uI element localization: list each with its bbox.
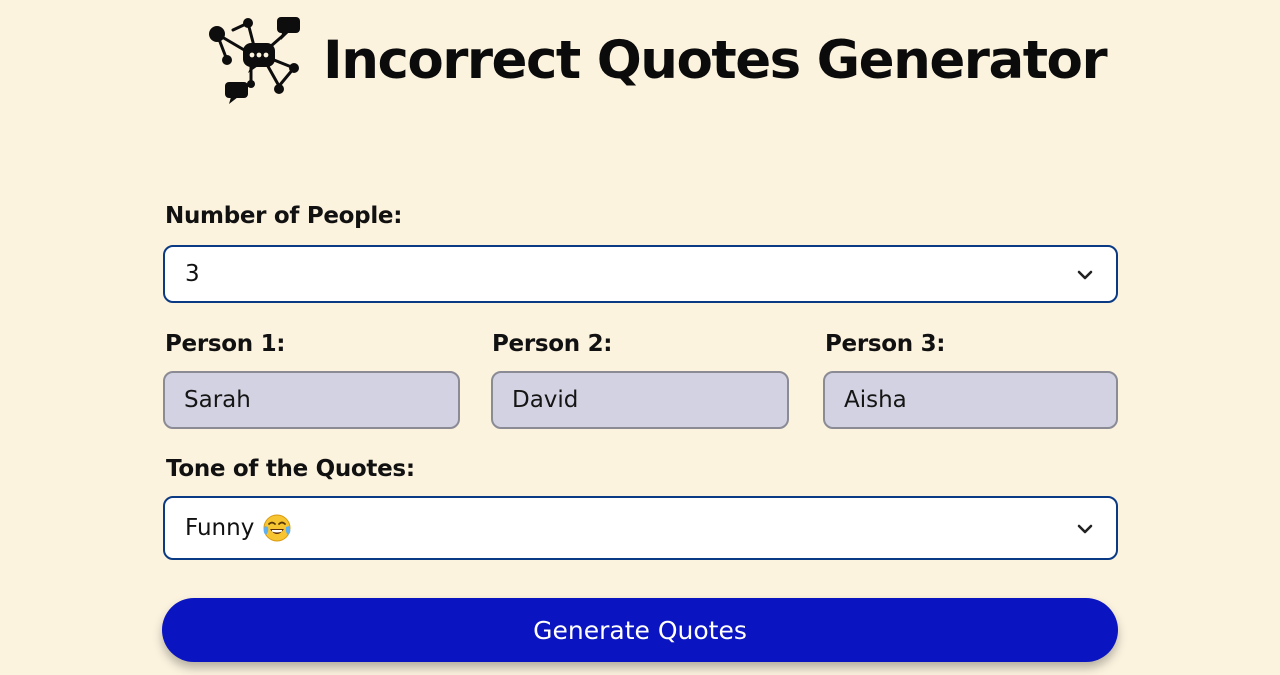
person-2-value: David bbox=[512, 387, 579, 413]
page-title: Incorrect Quotes Generator bbox=[323, 29, 1108, 91]
chevron-down-icon bbox=[1077, 270, 1093, 280]
generate-quotes-button[interactable]: Generate Quotes bbox=[162, 598, 1118, 662]
person-3-label: Person 3: bbox=[825, 331, 946, 357]
tone-label: Tone of the Quotes: bbox=[166, 456, 415, 482]
person-2-input[interactable]: David bbox=[491, 371, 789, 429]
person-3-value: Aisha bbox=[844, 387, 907, 413]
people-count-label: Number of People: bbox=[165, 203, 403, 229]
people-count-value: 3 bbox=[185, 261, 200, 287]
people-count-select[interactable]: 3 bbox=[163, 245, 1118, 303]
person-3-input[interactable]: Aisha bbox=[823, 371, 1118, 429]
generate-quotes-label: Generate Quotes bbox=[533, 615, 747, 645]
chat-network-icon bbox=[209, 17, 300, 104]
tone-select[interactable]: Funny bbox=[163, 496, 1118, 560]
page: Incorrect Quotes Generator Number of Peo… bbox=[0, 0, 1280, 675]
chevron-down-icon bbox=[1077, 524, 1093, 534]
tears-of-joy-emoji-icon bbox=[263, 514, 291, 542]
person-2-label: Person 2: bbox=[492, 331, 613, 357]
tone-value: Funny bbox=[185, 515, 255, 541]
person-1-label: Person 1: bbox=[165, 331, 286, 357]
person-1-value: Sarah bbox=[184, 387, 251, 413]
header: Incorrect Quotes Generator bbox=[205, 14, 1108, 106]
person-1-input[interactable]: Sarah bbox=[163, 371, 460, 429]
